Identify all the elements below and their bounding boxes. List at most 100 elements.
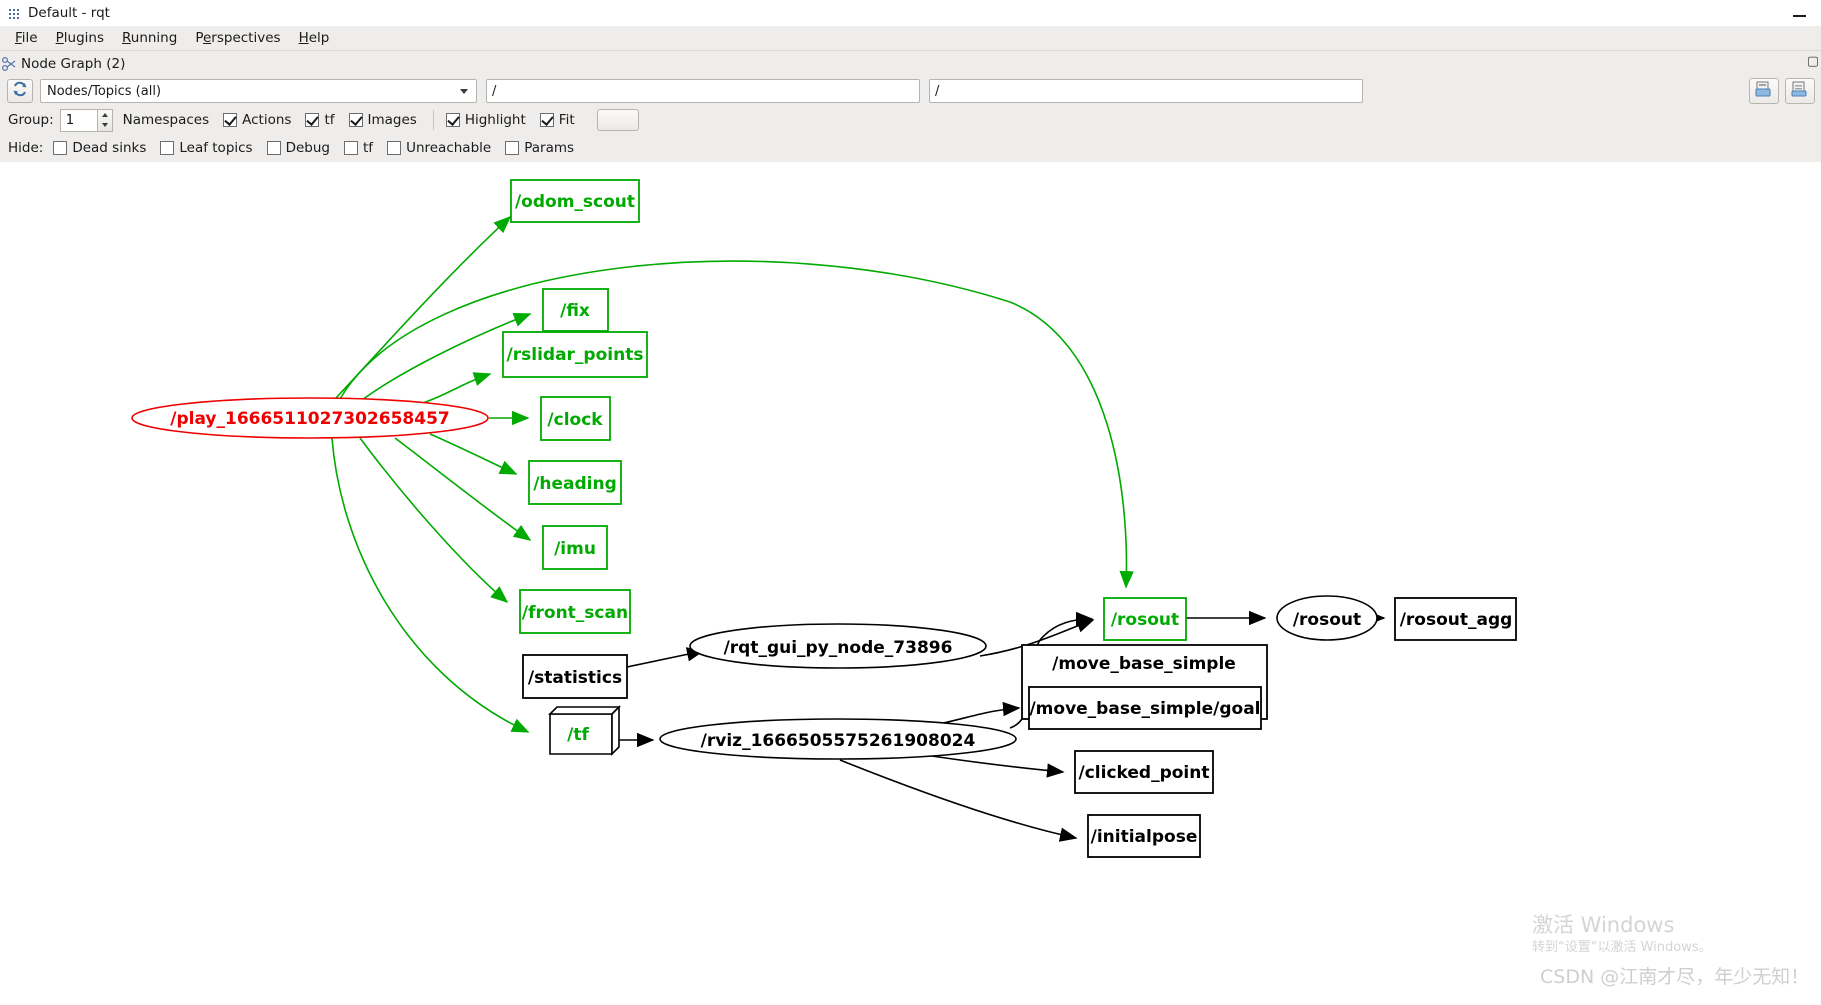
actions-checkbox-box[interactable] (223, 113, 238, 127)
hide-tf-label: tf (363, 140, 374, 156)
images-checkbox-box[interactable] (348, 113, 363, 127)
menu-running[interactable]: Running (113, 28, 186, 48)
topic-filter-value: / (492, 83, 497, 99)
graph-type-combo[interactable]: Nodes/Topics (all) (40, 79, 477, 103)
hide-debug-label: Debug (285, 140, 331, 156)
highlight-label: Highlight (464, 112, 526, 128)
refresh-icon (12, 81, 28, 101)
node-front_scan[interactable]: /front_scan (519, 589, 631, 634)
stepper-up-icon[interactable] (101, 112, 108, 117)
hide-params-checkbox[interactable]: Params (505, 140, 574, 156)
graph-type-value: Nodes/Topics (all) (47, 83, 162, 99)
node-rqt_gui_py[interactable]: /rqt_gui_py_node_73896 (689, 623, 987, 669)
hide-tf-box[interactable] (344, 141, 359, 155)
group-stepper[interactable] (97, 108, 113, 132)
node-graph-icon (1, 55, 19, 73)
title-bar: Default - rqt (0, 0, 1821, 26)
hide-params-box[interactable] (505, 141, 520, 155)
images-checkbox[interactable]: Images (348, 112, 417, 128)
group-spinbox[interactable]: 1 (59, 108, 98, 132)
tf-checkbox[interactable]: tf (305, 112, 335, 128)
node-graph-canvas[interactable]: /play_1666511027302658457 /odom_scout /f… (0, 162, 1821, 1005)
node-rviz[interactable]: /rviz_1666505575261908024 (659, 718, 1017, 760)
node-rosout_agg-label: /rosout_agg (1400, 610, 1513, 630)
namespaces-label: Namespaces (122, 112, 210, 128)
window-controls (1777, 0, 1821, 26)
menu-file[interactable]: File (6, 28, 47, 48)
window-title: Default - rqt (28, 5, 110, 21)
node-clock[interactable]: /clock (540, 396, 611, 441)
plugin-dock-buttons[interactable]: ▢ (1807, 54, 1819, 69)
node-tf-label: /tf (567, 725, 589, 745)
menu-plugins[interactable]: Plugins (47, 28, 113, 48)
namespace-filter-input[interactable]: / (929, 79, 1363, 103)
plugin-header: Node Graph (2) ▢ (0, 50, 1821, 76)
node-rosout-node-label: /rosout (1293, 610, 1361, 630)
node-play-label: /play_1666511027302658457 (170, 409, 449, 429)
menu-bar: File Plugins Running Perspectives Help (0, 26, 1821, 50)
hide-label: Hide: (8, 140, 44, 156)
hide-leaf-topics-box[interactable] (160, 141, 175, 155)
node-odom_scout[interactable]: /odom_scout (510, 179, 640, 223)
node-clicked_point[interactable]: /clicked_point (1074, 750, 1214, 794)
node-fix[interactable]: /fix (542, 288, 609, 332)
node-graph-svg[interactable]: /play_1666511027302658457 /odom_scout /f… (0, 162, 1821, 1005)
menu-help[interactable]: Help (290, 28, 339, 48)
graph-options-row: Group: 1 Namespaces Actions tf Images Hi… (0, 106, 1821, 134)
node-heading[interactable]: /heading (528, 460, 622, 505)
node-tf[interactable]: /tf (548, 705, 621, 756)
group-label: Group: (8, 112, 54, 128)
hide-leaf-topics-checkbox[interactable]: Leaf topics (160, 140, 253, 156)
toolbar-right-buttons (1749, 76, 1821, 106)
namespaces-option[interactable]: Namespaces (123, 112, 209, 128)
hide-debug-box[interactable] (266, 141, 281, 155)
fit-checkbox-box[interactable] (539, 113, 554, 127)
node-rosout_agg[interactable]: /rosout_agg (1394, 597, 1517, 641)
node-imu-label: /imu (554, 539, 596, 559)
hide-unreachable-checkbox[interactable]: Unreachable (387, 140, 491, 156)
images-label: Images (367, 112, 417, 128)
hide-dead-sinks-label: Dead sinks (72, 140, 147, 156)
node-rviz-label: /rviz_1666505575261908024 (701, 731, 976, 751)
fit-in-view-button[interactable] (596, 109, 639, 131)
node-fix-label: /fix (560, 301, 590, 321)
node-statistics[interactable]: /statistics (522, 654, 628, 699)
node-rosout-node[interactable]: /rosout (1276, 595, 1378, 641)
chevron-down-icon (460, 88, 468, 94)
node-statistics-label: /statistics (528, 668, 622, 688)
node-clock-label: /clock (547, 410, 603, 430)
hide-unreachable-box[interactable] (387, 141, 402, 155)
node-clicked_point-label: /clicked_point (1079, 763, 1210, 783)
stepper-down-icon[interactable] (101, 123, 108, 128)
node-rslidar_points[interactable]: /rslidar_points (502, 331, 648, 378)
node-imu[interactable]: /imu (542, 525, 608, 570)
node-front_scan-label: /front_scan (522, 603, 628, 623)
node-move_base_simple-goal[interactable]: /move_base_simple/goal (1028, 686, 1262, 730)
hide-unreachable-label: Unreachable (406, 140, 492, 156)
hide-params-label: Params (524, 140, 575, 156)
node-rosout-topic[interactable]: /rosout (1103, 597, 1187, 641)
hide-dead-sinks-checkbox[interactable]: Dead sinks (53, 140, 146, 156)
save-as-dot-button[interactable] (1749, 78, 1779, 104)
edge-rviz-to-initialpose (839, 759, 1078, 842)
highlight-checkbox[interactable]: Highlight (445, 112, 526, 128)
rqt-window: Default - rqt File Plugins Running Persp… (0, 0, 1821, 1005)
hide-dead-sinks-box[interactable] (53, 141, 68, 155)
node-rosout-topic-label: /rosout (1111, 610, 1179, 630)
edge-play-to-rslidar_points (419, 372, 492, 405)
fit-checkbox[interactable]: Fit (539, 112, 575, 128)
hide-debug-checkbox[interactable]: Debug (266, 140, 331, 156)
node-play[interactable]: /play_1666511027302658457 (131, 397, 489, 439)
tf-checkbox-box[interactable] (305, 113, 320, 127)
highlight-checkbox-box[interactable] (445, 113, 460, 127)
save-as-image-button[interactable] (1785, 78, 1815, 104)
hide-tf-checkbox[interactable]: tf (344, 140, 373, 156)
menu-perspectives[interactable]: Perspectives (186, 28, 289, 48)
node-initialpose[interactable]: /initialpose (1087, 814, 1201, 858)
refresh-button[interactable] (7, 79, 33, 103)
hide-options-row: Hide: Dead sinks Leaf topics Debug tf Un… (0, 134, 1821, 162)
minimize-button[interactable] (1777, 0, 1821, 26)
tf-label: tf (324, 112, 335, 128)
actions-checkbox[interactable]: Actions (223, 112, 291, 128)
topic-filter-input[interactable]: / (486, 79, 920, 103)
